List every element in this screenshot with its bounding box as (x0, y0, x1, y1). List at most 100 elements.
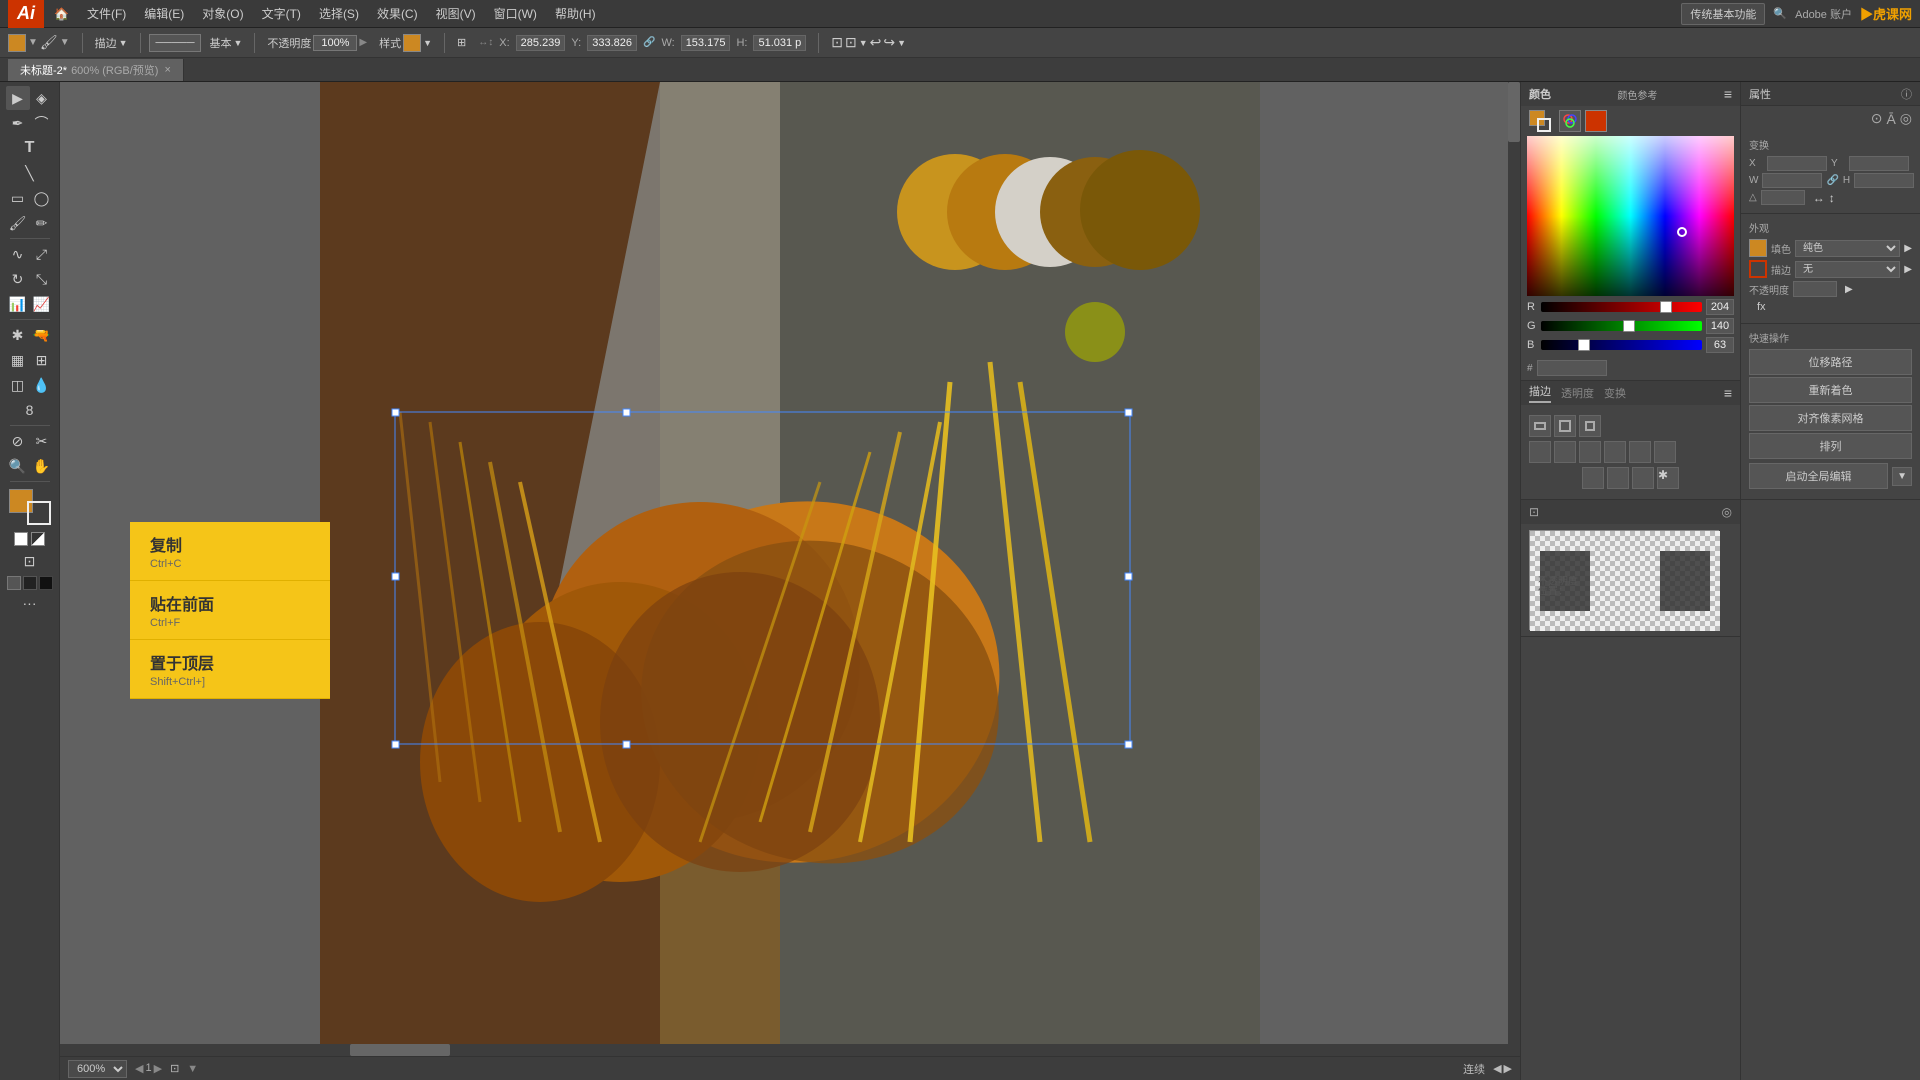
align-pixel-button[interactable]: 对齐像素网格 (1749, 405, 1912, 431)
gradient-tool[interactable]: ◫ (6, 373, 30, 397)
arrange-icon-3[interactable]: ↩ (870, 34, 882, 51)
curvature-tool[interactable]: ⌒ (30, 111, 54, 135)
white-fill-btn[interactable] (14, 532, 28, 546)
vertical-scrollbar-thumb[interactable] (1508, 82, 1520, 142)
menu-window[interactable]: 窗口(W) (486, 3, 545, 24)
stroke-style-6[interactable] (1654, 441, 1676, 463)
width-tool[interactable]: ⤢ (30, 242, 54, 266)
arrange-dropdown2[interactable]: ▼ (897, 38, 906, 48)
y-prop-input[interactable]: 153.175 (1849, 156, 1909, 171)
warp-tool[interactable]: ∿ (6, 242, 30, 266)
stroke-indicator[interactable] (1585, 110, 1607, 132)
stroke-align-1[interactable] (1529, 415, 1551, 437)
direct-selection-tool[interactable]: ◈ (30, 86, 54, 110)
stroke-type-selector[interactable]: 无 纯色 (1795, 261, 1900, 278)
artboard-tool[interactable]: ⊡ (6, 549, 54, 573)
color-panel-header[interactable]: 颜色 颜色参考 ≡ (1521, 82, 1740, 106)
selection-tool[interactable]: ▶ (6, 86, 30, 110)
mesh-tool[interactable]: ⊞ (30, 348, 54, 372)
screen-mode-1[interactable] (7, 576, 21, 590)
transparency-tab[interactable]: 透明度 (1561, 385, 1594, 401)
stroke-style-4[interactable] (1604, 441, 1626, 463)
blue-value[interactable]: 63 (1706, 337, 1734, 353)
pen-tool[interactable]: ✒ (6, 111, 30, 135)
spray-tool[interactable]: 🔫 (30, 323, 54, 347)
fill-color-swatch[interactable] (8, 34, 26, 52)
red-value[interactable]: 204 (1706, 299, 1734, 315)
paintbrush-tool[interactable]: 🖌 (6, 211, 30, 235)
y-value[interactable]: 333.826 (587, 35, 637, 51)
stroke-w-4[interactable]: ✱ (1657, 467, 1679, 489)
user-account[interactable]: Adobe 账户 (1795, 6, 1852, 22)
rotate-tool[interactable]: ↻ (6, 267, 30, 291)
gradient-panel-header[interactable]: ⊡ ◎ (1521, 500, 1740, 524)
arrange-button[interactable]: 排列 (1749, 433, 1912, 459)
menu-view[interactable]: 视图(V) (428, 3, 484, 24)
stroke-w-2[interactable] (1607, 467, 1629, 489)
stroke-style-5[interactable] (1629, 441, 1651, 463)
flip-h-icon[interactable]: ↔ (1813, 191, 1825, 205)
opacity-input[interactable]: 100% (313, 35, 357, 51)
stroke-w-3[interactable] (1632, 467, 1654, 489)
draw-mode-selector[interactable]: 描边 ▼ (91, 33, 132, 53)
symbol-tool[interactable]: ✱ (6, 323, 30, 347)
graph-tool[interactable]: 📊 (6, 292, 30, 316)
eyedropper-tool[interactable]: 💧 (30, 373, 54, 397)
none-fill-btn[interactable] (31, 532, 45, 546)
stroke-color-display[interactable] (1749, 260, 1767, 278)
hex-input[interactable]: CC8C3F (1537, 360, 1607, 376)
zoom-tool[interactable]: 🔍 (6, 454, 30, 478)
eraser-tool[interactable]: ⊘ (6, 429, 30, 453)
panel-icon-2[interactable]: Ā (1886, 111, 1895, 127)
stroke-swatch[interactable] (27, 501, 51, 525)
search-icon[interactable]: 🔍 (1773, 7, 1787, 20)
scale-tool[interactable]: ⤡ (30, 267, 54, 291)
menu-effect[interactable]: 效果(C) (369, 3, 426, 24)
color-spectrum-container[interactable] (1527, 136, 1734, 296)
draw-mode-dropdown-icon[interactable]: ▼ (119, 38, 128, 48)
workspace-selector[interactable]: 传统基本功能 (1681, 3, 1765, 25)
menu-file[interactable]: 文件(F) (79, 3, 134, 24)
more-tools[interactable]: ··· (6, 591, 54, 615)
panel-icon-3[interactable]: ◎ (1900, 110, 1912, 127)
arrange-icon-1[interactable]: ⊡ (831, 34, 843, 51)
stroke-panel-header[interactable]: 描边 透明度 变换 ≡ (1521, 381, 1740, 405)
h-prop-input[interactable]: 51.031 p (1854, 173, 1914, 188)
column-tool[interactable]: ▦ (6, 348, 30, 372)
move-path-button[interactable]: 位移路径 (1749, 349, 1912, 375)
edit-global-button[interactable]: 启动全局编辑 (1749, 463, 1888, 489)
panel-icon-1[interactable]: ⊙ (1871, 110, 1883, 127)
stroke-color-bar[interactable]: ───── (149, 34, 202, 52)
stroke-style-2[interactable] (1554, 441, 1576, 463)
w-prop-input[interactable]: 333.826 (1762, 173, 1822, 188)
rgb-mode-icon[interactable] (1559, 110, 1581, 132)
lock-icon[interactable]: 🔗 (643, 37, 655, 48)
stroke-align-2[interactable] (1554, 415, 1576, 437)
brush-icon[interactable]: 🖌 (40, 34, 58, 51)
arrange-icon-2[interactable]: ⊡ (845, 34, 857, 51)
scissors-tool[interactable]: ✂ (30, 429, 54, 453)
arrange-icon-4[interactable]: ↪ (883, 34, 895, 51)
w-value[interactable]: 153.175 (681, 35, 731, 51)
nav-prev[interactable]: ◀ (135, 1062, 143, 1075)
chart-tool[interactable]: 📈 (30, 292, 54, 316)
menu-text[interactable]: 文字(T) (254, 3, 309, 24)
angle-input[interactable]: 0° (1761, 190, 1805, 205)
stroke-panel-menu-icon[interactable]: ≡ (1724, 385, 1732, 401)
canvas-area[interactable]: 复制 Ctrl+C 贴在前面 Ctrl+F 置于顶层 Shift+Ctrl+] … (60, 82, 1520, 1080)
color-panel-menu-icon[interactable]: ≡ (1724, 86, 1732, 102)
color-spectrum[interactable] (1527, 136, 1734, 296)
active-tab[interactable]: 未标题-2* 600% (RGB/预览) × (8, 59, 184, 81)
view-btn-1[interactable]: ◀ (1493, 1062, 1501, 1075)
opacity-arrow-right[interactable]: ▶ (359, 37, 367, 48)
menu-edit[interactable]: 编辑(E) (136, 3, 192, 24)
opacity-expand-icon[interactable]: ▶ (1845, 284, 1853, 295)
ellipse-tool[interactable]: ◯ (30, 186, 54, 210)
menu-help[interactable]: 帮助(H) (547, 3, 604, 24)
x-prop-input[interactable]: 285.239 (1767, 156, 1827, 171)
context-menu-copy[interactable]: 复制 Ctrl+C (130, 522, 330, 581)
green-slider[interactable] (1541, 321, 1702, 331)
h-value[interactable]: 51.031 p (753, 35, 806, 51)
stroke-mini-swatch[interactable] (1537, 118, 1551, 132)
hand-tool[interactable]: ✋ (30, 454, 54, 478)
